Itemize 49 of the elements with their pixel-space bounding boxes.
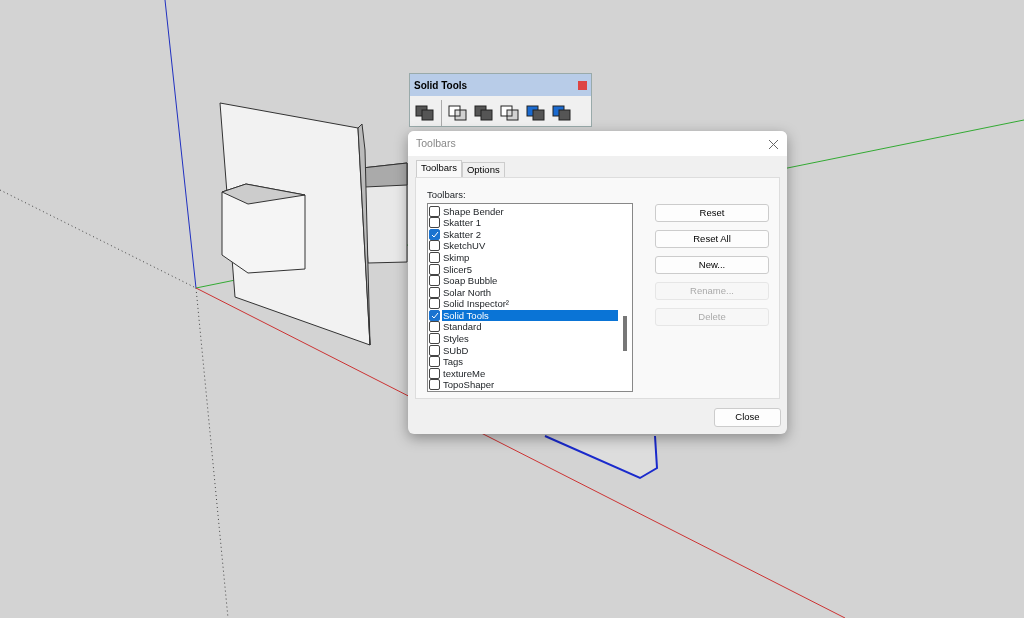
checkbox[interactable]	[429, 309, 440, 321]
dialog-button[interactable]: Reset	[655, 204, 769, 222]
dialog-button[interactable]: New...	[655, 256, 769, 274]
tab[interactable]: Toolbars	[416, 160, 462, 177]
checkbox[interactable]	[429, 263, 440, 275]
checkbox[interactable]	[429, 286, 440, 298]
checkbox[interactable]	[429, 356, 440, 368]
close-button[interactable]: Close	[714, 408, 781, 427]
list-item[interactable]: Solid Inspector²	[442, 298, 510, 310]
list-item[interactable]: Skatter 2	[442, 228, 483, 240]
list-item[interactable]: Solar North	[442, 286, 493, 298]
toolbar-title: Solid Tools	[414, 78, 468, 93]
checkbox[interactable]	[429, 344, 440, 356]
list-label: Toolbars:	[427, 188, 467, 202]
solid-tool-icon[interactable]	[552, 104, 572, 122]
list-item[interactable]: Shape Bender	[442, 205, 505, 217]
checkbox[interactable]	[429, 379, 440, 391]
list-item[interactable]: Tags	[442, 356, 465, 368]
tab[interactable]: Options	[461, 162, 505, 177]
checkbox[interactable]	[429, 367, 440, 379]
list-item[interactable]: Solid Tools	[442, 309, 618, 321]
list-item[interactable]: textureMe	[442, 367, 487, 379]
list-item[interactable]: Skimp	[442, 251, 471, 263]
dialog-title: Toolbars	[416, 135, 456, 151]
list-item[interactable]: Slicer5	[442, 263, 474, 275]
solid-tool-icon[interactable]	[415, 104, 435, 122]
scrollbar-thumb[interactable]	[623, 316, 627, 352]
checkbox[interactable]	[429, 275, 440, 287]
dialog-button[interactable]: Reset All	[655, 230, 769, 248]
checkbox[interactable]	[429, 205, 440, 217]
list-item[interactable]: Soap Bubble	[442, 275, 499, 287]
list-item[interactable]: SUbD	[442, 344, 470, 356]
solid-tool-icon[interactable]	[526, 104, 546, 122]
checkbox[interactable]	[429, 217, 440, 229]
list-item[interactable]: Styles	[442, 333, 470, 345]
solid-tool-icon[interactable]	[500, 104, 520, 122]
solid-tool-icon[interactable]	[448, 104, 468, 122]
list-item[interactable]: TopoShaper	[442, 379, 496, 391]
checkbox[interactable]	[429, 228, 440, 240]
checkbox[interactable]	[429, 251, 440, 263]
solid-tool-icon[interactable]	[474, 104, 494, 122]
list-item[interactable]: Skatter 1	[442, 217, 483, 229]
checkbox[interactable]	[429, 321, 440, 333]
checkbox[interactable]	[429, 298, 440, 310]
checkbox[interactable]	[429, 240, 440, 252]
list-item[interactable]: SketchUV	[442, 240, 487, 252]
checkbox[interactable]	[429, 333, 440, 345]
list-item[interactable]: Standard	[442, 321, 483, 333]
close-icon[interactable]	[578, 80, 587, 90]
